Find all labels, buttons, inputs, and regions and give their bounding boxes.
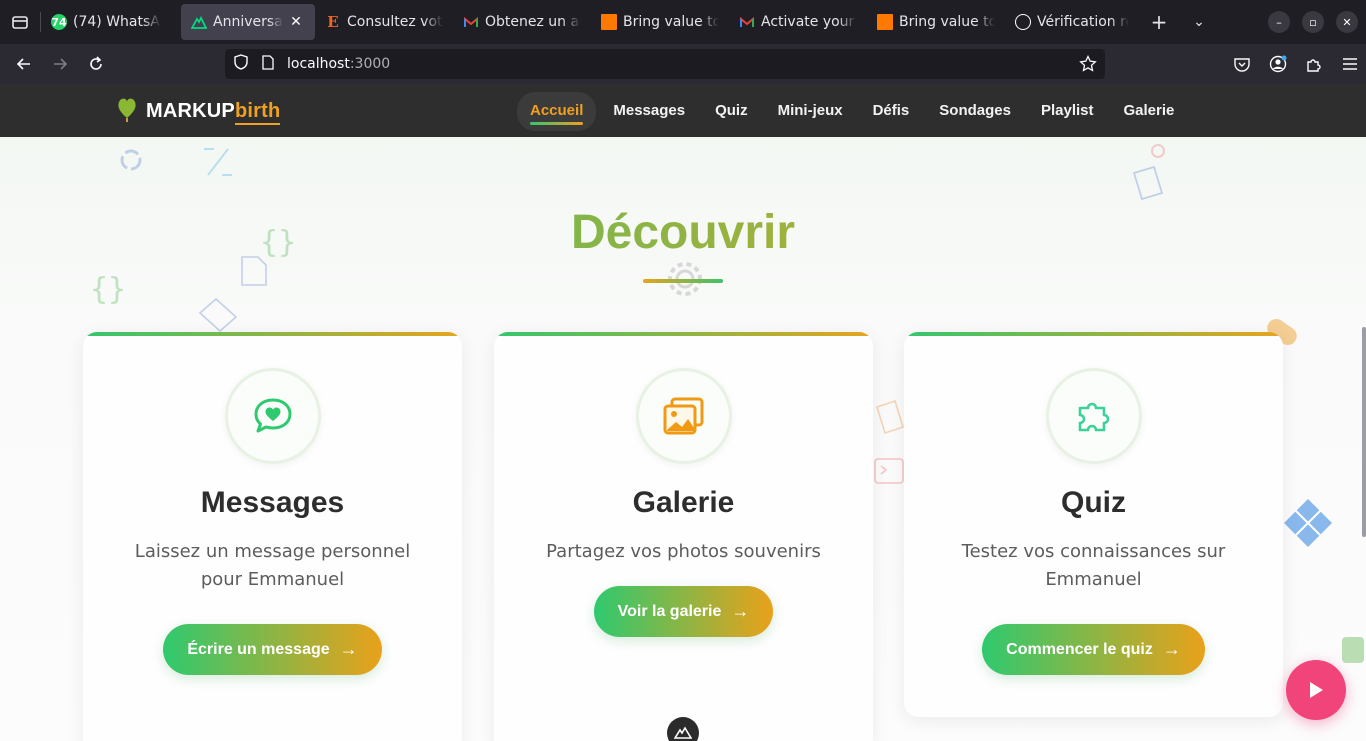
browser-tab-bar: 74 (74) WhatsApp Anniversaire ✕ E Consul… xyxy=(0,0,1366,44)
menu-item-sondages[interactable]: Sondages xyxy=(926,92,1024,131)
menu-item-defis[interactable]: Défis xyxy=(860,92,923,131)
gmail-icon xyxy=(739,14,755,30)
site-header: MARKUPbirth Accueil Messages Quiz Mini-j… xyxy=(0,84,1366,137)
logo-text: MARKUPbirth xyxy=(146,99,281,125)
menu-item-galerie[interactable]: Galerie xyxy=(1111,92,1188,131)
openai-icon xyxy=(1015,14,1031,30)
nosql-file-decoration-icon xyxy=(1128,143,1172,207)
section-title: Découvrir xyxy=(0,205,1366,260)
braces-decoration-icon: {} xyxy=(90,272,127,307)
terminal-decoration-icon xyxy=(873,457,905,489)
card-messages: Messages Laissez un message personnel po… xyxy=(83,332,462,741)
tab-list-icon[interactable] xyxy=(0,0,40,44)
tab-title: Anniversaire xyxy=(213,14,283,30)
orange-icon xyxy=(877,14,893,30)
card-quiz: Quiz Testez vos connaissances sur Emmanu… xyxy=(904,332,1283,717)
menu-item-mini-jeux[interactable]: Mini-jeux xyxy=(765,92,856,131)
main-content: {} {} Découvrir Messages Laissez un mess… xyxy=(0,137,1366,741)
tab-title: Consultez votre xyxy=(347,14,443,30)
tab-orange-1[interactable]: Bring value to xyxy=(591,4,729,40)
button-label: Commencer le quiz xyxy=(1006,640,1153,658)
card-title: Messages xyxy=(200,486,345,519)
tab-title: (74) WhatsApp xyxy=(73,14,161,30)
bookmark-star-icon[interactable] xyxy=(1079,54,1097,77)
window-controls: – ▫ ✕ xyxy=(1262,0,1366,44)
sql-file-decoration-icon xyxy=(873,399,905,439)
refresh-decoration-icon xyxy=(118,147,144,177)
write-message-button[interactable]: Écrire un message → xyxy=(163,624,382,675)
pocket-icon[interactable] xyxy=(1224,48,1260,80)
section-title-underline xyxy=(643,279,723,283)
menu-icon[interactable] xyxy=(1332,48,1366,80)
tab-title: Activate your xyxy=(761,14,855,30)
main-menu: Accueil Messages Quiz Mini-jeux Défis So… xyxy=(517,92,1191,131)
view-gallery-button[interactable]: Voir la galerie → xyxy=(593,586,774,637)
nuxt-icon xyxy=(191,14,207,30)
heart-chat-icon xyxy=(224,368,321,464)
tab-anniversaire[interactable]: Anniversaire ✕ xyxy=(181,4,315,40)
play-icon xyxy=(1310,682,1323,698)
new-tab-button[interactable]: + xyxy=(1139,4,1179,40)
toolbar-right xyxy=(1224,48,1366,80)
tab-whatsapp[interactable]: 74 (74) WhatsApp xyxy=(41,4,171,40)
card-title: Galerie xyxy=(632,486,735,519)
page-icon[interactable] xyxy=(262,54,274,74)
menu-item-playlist[interactable]: Playlist xyxy=(1028,92,1107,131)
close-window-icon[interactable]: ✕ xyxy=(1336,11,1358,33)
reload-icon[interactable] xyxy=(78,48,114,80)
orange-icon xyxy=(601,14,617,30)
php-file-decoration-icon xyxy=(240,255,268,291)
arrow-right-icon: → xyxy=(339,639,358,659)
tab-etsy[interactable]: E Consultez votre xyxy=(315,4,453,40)
nuxt-devtools-button[interactable] xyxy=(667,717,699,741)
android-decoration-icon xyxy=(1340,627,1366,671)
tab-title: Vérification re xyxy=(1037,14,1129,30)
whatsapp-icon: 74 xyxy=(51,14,67,30)
url-bar[interactable]: localhost:3000 xyxy=(225,49,1105,79)
arrow-right-icon: → xyxy=(731,601,750,621)
tab-title: Bring value to xyxy=(623,14,719,30)
shield-icon[interactable] xyxy=(234,54,248,74)
account-icon[interactable] xyxy=(1260,48,1296,80)
card-description: Partagez vos photos souvenirs xyxy=(546,541,821,562)
tab-orange-2[interactable]: Bring value to xyxy=(867,4,1005,40)
tab-verification[interactable]: Vérification re xyxy=(1005,4,1139,40)
tab-gmail-1[interactable]: Obtenez un acc xyxy=(453,4,591,40)
tab-title: Obtenez un acc xyxy=(485,14,581,30)
gmail-icon xyxy=(463,14,479,30)
close-tab-icon[interactable]: ✕ xyxy=(287,13,305,31)
card-description: Laissez un message personnel pour Emmanu… xyxy=(134,541,411,590)
menu-item-accueil[interactable]: Accueil xyxy=(517,92,597,131)
button-label: Écrire un message xyxy=(187,640,330,658)
tab-gmail-2[interactable]: Activate your xyxy=(729,4,867,40)
menu-item-messages[interactable]: Messages xyxy=(600,92,698,131)
page-scrollbar[interactable] xyxy=(1362,327,1366,537)
button-label: Voir la galerie xyxy=(617,602,722,620)
music-play-button[interactable] xyxy=(1286,660,1346,720)
browser-nav-bar: localhost:3000 xyxy=(0,44,1366,84)
card-galerie: Galerie Partagez vos photos souvenirs Vo… xyxy=(494,332,873,741)
php-file-decoration-icon xyxy=(196,297,240,337)
extensions-icon[interactable] xyxy=(1296,48,1332,80)
maximize-icon[interactable]: ▫ xyxy=(1302,11,1324,33)
start-quiz-button[interactable]: Commencer le quiz → xyxy=(982,624,1205,675)
arrow-right-icon: → xyxy=(1162,639,1181,659)
diamond-decoration-icon xyxy=(1282,497,1334,553)
back-icon[interactable] xyxy=(6,48,42,80)
puzzle-icon xyxy=(1045,368,1142,464)
etsy-icon: E xyxy=(327,13,339,31)
card-title: Quiz xyxy=(1061,486,1126,519)
card-description: Testez vos connaissances sur Emmanuel xyxy=(961,541,1226,590)
forward-icon[interactable] xyxy=(42,48,78,80)
minimize-icon[interactable]: – xyxy=(1268,11,1290,33)
nuxt-icon xyxy=(674,726,692,739)
code-decoration-icon xyxy=(200,145,236,183)
balloon-icon xyxy=(116,96,138,126)
menu-item-quiz[interactable]: Quiz xyxy=(702,92,761,131)
gallery-icon xyxy=(635,368,732,464)
tab-title: Bring value to xyxy=(899,14,995,30)
url-text: localhost:3000 xyxy=(287,56,391,72)
tab-overflow-chevron-icon[interactable]: ⌄ xyxy=(1179,4,1219,40)
site-logo[interactable]: MARKUPbirth xyxy=(116,96,281,126)
